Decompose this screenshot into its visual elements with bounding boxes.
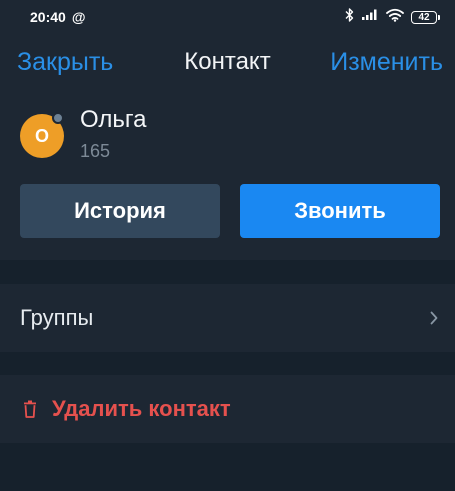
- delete-contact-label: Удалить контакт: [52, 396, 231, 421]
- status-time: 20:40: [30, 9, 66, 25]
- trash-icon: [22, 399, 38, 419]
- history-button[interactable]: История: [20, 184, 220, 238]
- groups-label: Группы: [20, 305, 94, 330]
- status-right: 42: [345, 7, 440, 27]
- contact-name: Ольга: [80, 106, 147, 133]
- nav-bar: Закрыть Контакт Изменить: [0, 44, 455, 80]
- close-button[interactable]: Закрыть: [17, 48, 113, 77]
- status-bar: 20:40 @ 42: [0, 0, 455, 34]
- status-left: 20:40 @: [30, 9, 85, 25]
- presence-status-icon: [52, 112, 64, 124]
- battery-level: 42: [418, 11, 430, 23]
- avatar-initial: О: [34, 125, 49, 146]
- contact-number: 165: [80, 141, 111, 161]
- signal-icon: [361, 8, 379, 26]
- call-button-label: Звонить: [294, 198, 386, 223]
- history-button-label: История: [74, 198, 166, 223]
- call-button[interactable]: Звонить: [240, 184, 440, 238]
- status-at-symbol: @: [71, 9, 86, 25]
- battery-icon: 42: [411, 10, 440, 24]
- chevron-right-icon: [427, 311, 441, 325]
- delete-contact-row[interactable]: Удалить контакт: [0, 375, 455, 443]
- edit-button[interactable]: Изменить: [330, 48, 443, 77]
- wifi-icon: [386, 8, 404, 27]
- bluetooth-icon: [345, 7, 354, 27]
- groups-row[interactable]: Группы: [0, 284, 455, 352]
- contact-header: Закрыть Контакт Изменить О Ольга 165 Ист…: [0, 34, 455, 260]
